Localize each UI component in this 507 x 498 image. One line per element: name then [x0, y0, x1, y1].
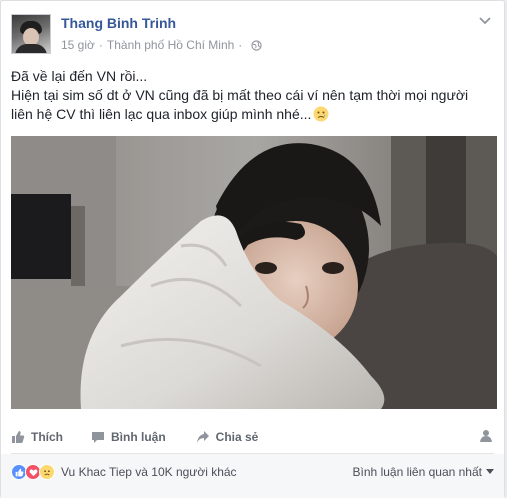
reaction-summary[interactable]: Vu Khac Tiep và 10K người khác [11, 464, 237, 480]
post-text-line: Hiện tại sim số dt ở VN cũng đã bị mất t… [11, 87, 469, 103]
thumbs-up-icon [12, 431, 25, 443]
post-header: Thang Binh Trinh 15 giờ · Thành phố Hồ C… [11, 11, 494, 55]
like-button[interactable]: Thích [11, 430, 63, 444]
meta-separator: · [98, 38, 103, 52]
post-meta: 15 giờ · Thành phố Hồ Chí Minh · [61, 38, 262, 52]
comment-button[interactable]: Bình luận [91, 430, 166, 444]
chevron-down-icon[interactable] [478, 16, 492, 26]
profile-chooser-icon[interactable] [480, 429, 492, 443]
caret-down-icon [486, 469, 494, 474]
like-label: Thích [31, 430, 63, 444]
author-name[interactable]: Thang Binh Trinh [61, 15, 176, 31]
post-text-line: Đã về lại đến VN rồi... [11, 68, 148, 84]
post-footer: Vu Khac Tiep và 10K người khác Bình luận… [1, 454, 504, 498]
share-button[interactable]: Chia sẻ [196, 430, 259, 444]
avatar[interactable] [11, 14, 51, 54]
reaction-summary-text[interactable]: Vu Khac Tiep và 10K người khác [61, 465, 237, 479]
post-actions: Thích Bình luận Chia sẻ [11, 425, 494, 449]
share-arrow-icon [196, 431, 209, 443]
sad-reaction-icon [39, 464, 55, 480]
share-label: Chia sẻ [215, 430, 259, 444]
comment-sort-label: Bình luận liên quan nhất [352, 465, 482, 479]
comment-sort-dropdown[interactable]: Bình luận liên quan nhất [353, 465, 494, 479]
meta-separator: · [238, 38, 243, 52]
globe-icon[interactable] [251, 39, 262, 51]
crying-face-icon [313, 106, 329, 122]
post-text: Đã về lại đến VN rồi... Hiện tại sim số … [11, 67, 501, 124]
post-time[interactable]: 15 giờ [61, 38, 95, 52]
post-card: Thang Binh Trinh 15 giờ · Thành phố Hồ C… [0, 0, 505, 498]
comment-icon [92, 432, 104, 443]
post-photo[interactable] [11, 136, 497, 409]
comment-label: Bình luận [111, 430, 166, 444]
post-text-line: liên hệ CV thì liên lạc qua inbox giúp m… [11, 105, 501, 124]
post-location[interactable]: Thành phố Hồ Chí Minh [107, 38, 234, 52]
